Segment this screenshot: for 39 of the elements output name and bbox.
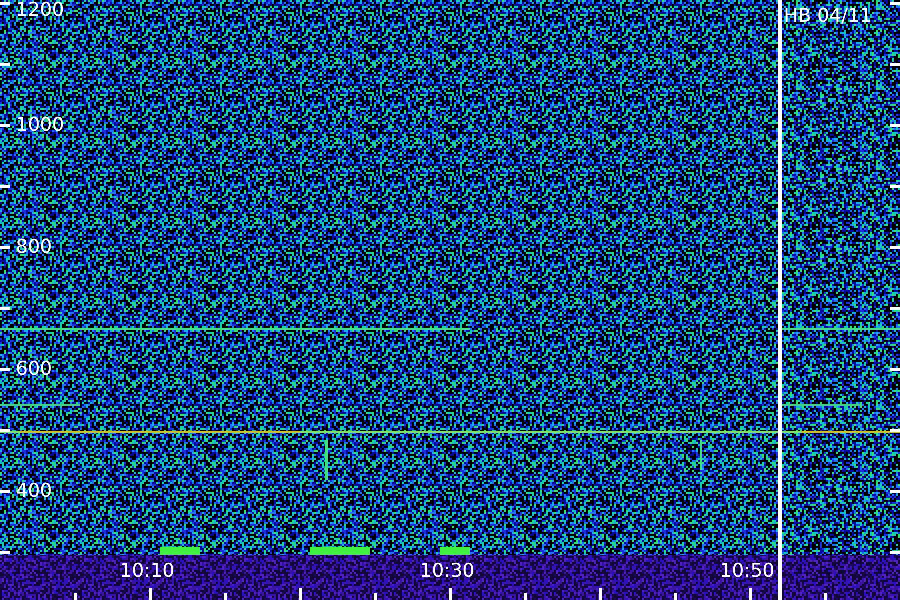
x-axis-label: 10:50 [720,562,775,581]
axis-tick [749,588,752,600]
axis-tick [890,185,900,188]
x-axis-label: 10:10 [120,562,175,581]
axis-tick [0,63,10,66]
axis-tick [0,490,10,493]
axis-tick [890,490,900,493]
y-axis-label: 600 [16,360,52,379]
axis-tick [524,593,527,600]
axis-tick [0,124,10,127]
axis-tick [890,429,900,432]
axis-tick [674,593,677,600]
axis-tick [149,588,152,600]
y-axis-label: 1200 [16,1,64,20]
axis-tick [890,2,900,5]
axis-tick [824,593,827,600]
axis-tick [0,185,10,188]
axis-tick [449,588,452,600]
axis-tick [890,307,900,310]
axis-tick [0,429,10,432]
axis-tick [0,246,10,249]
axis-tick [890,551,900,554]
axis-tick [0,551,10,554]
y-axis-label: 1000 [16,116,64,135]
axis-tick [890,368,900,371]
axis-tick [890,63,900,66]
axis-tick [74,593,77,600]
axis-tick [374,593,377,600]
x-axis-label: 10:30 [420,562,475,581]
axis-tick [0,368,10,371]
axis-tick [0,307,10,310]
y-axis-label: 800 [16,238,52,257]
axis-tick [890,246,900,249]
axis-tick [224,593,227,600]
axis-tick [599,588,602,600]
axis-tick [299,588,302,600]
axis-tick [0,2,10,5]
y-axis-label: 400 [16,482,52,501]
axis-tick [890,124,900,127]
